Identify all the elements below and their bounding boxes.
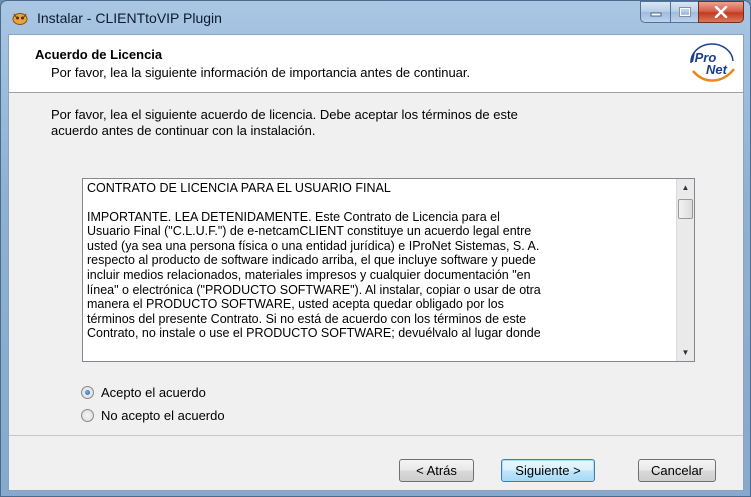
close-button[interactable] xyxy=(698,1,744,23)
footer-divider xyxy=(9,435,743,436)
chevron-down-icon: ▼ xyxy=(681,348,690,357)
instructions-line-1: Por favor, lea el siguiente acuerdo de l… xyxy=(51,107,518,122)
minimize-button[interactable] xyxy=(640,1,670,23)
window-title: Instalar - CLIENTtoVIP Plugin xyxy=(37,10,222,26)
accept-agreement-option[interactable]: Acepto el acuerdo xyxy=(81,385,206,400)
close-icon xyxy=(714,6,728,18)
license-heading: CONTRATO DE LICENCIA PARA EL USUARIO FIN… xyxy=(87,181,391,195)
scroll-up-button[interactable]: ▲ xyxy=(677,179,694,196)
cancel-button[interactable]: Cancelar xyxy=(638,459,716,482)
scroll-down-button[interactable]: ▼ xyxy=(677,344,694,361)
installer-window: Instalar - CLIENTtoVIP Plugin Acuerdo de… xyxy=(0,0,751,497)
window-controls xyxy=(640,1,744,23)
maximize-icon xyxy=(678,7,691,17)
chevron-up-icon: ▲ xyxy=(681,183,690,192)
license-line: manera el PRODUCTO SOFTWARE, usted acept… xyxy=(87,297,504,312)
scrollbar-thumb[interactable] xyxy=(678,199,693,219)
license-line: Contrato, no instale o use el PRODUCTO S… xyxy=(87,326,541,341)
decline-radio[interactable] xyxy=(81,409,94,422)
license-instructions: Por favor, lea el siguiente acuerdo de l… xyxy=(51,107,661,139)
instructions-line-2: acuerdo antes de continuar con la instal… xyxy=(51,123,316,138)
license-text: CONTRATO DE LICENCIA PARA EL USUARIO FIN… xyxy=(87,181,675,359)
svg-text:Net: Net xyxy=(706,62,728,77)
dialog-client-area: Acuerdo de Licencia Por favor, lea la si… xyxy=(8,34,744,491)
back-button[interactable]: < Atrás xyxy=(399,459,474,482)
license-line: IMPORTANTE. LEA DETENIDAMENTE. Este Cont… xyxy=(87,209,500,224)
minimize-icon xyxy=(650,12,661,17)
decline-agreement-option[interactable]: No acepto el acuerdo xyxy=(81,408,225,423)
license-line: Usuario Final ("C.L.U.F.") de e-netcamCL… xyxy=(87,224,532,239)
page-subtitle: Por favor, lea la siguiente información … xyxy=(51,65,471,80)
license-text-box[interactable]: CONTRATO DE LICENCIA PARA EL USUARIO FIN… xyxy=(82,178,695,362)
license-scrollbar[interactable]: ▲ ▼ xyxy=(676,179,694,361)
installer-app-icon xyxy=(12,13,28,25)
license-line: incluir medios relacionados, materiales … xyxy=(87,267,531,282)
page-title: Acuerdo de Licencia xyxy=(35,47,163,62)
license-line: usted (ya sea una persona física o una e… xyxy=(87,238,540,253)
accept-label: Acepto el acuerdo xyxy=(101,385,206,400)
accept-radio[interactable] xyxy=(81,386,94,399)
wizard-header: Acuerdo de Licencia Por favor, lea la si… xyxy=(9,35,743,93)
maximize-button[interactable] xyxy=(670,1,698,23)
license-line: respecto al producto de software indicad… xyxy=(87,253,536,268)
next-button[interactable]: Siguiente > xyxy=(501,459,595,482)
decline-label: No acepto el acuerdo xyxy=(101,408,225,423)
ipronet-logo: IPro Net xyxy=(690,43,735,82)
license-line: términos del presente Contrato. Si no es… xyxy=(87,311,527,326)
title-bar[interactable]: Instalar - CLIENTtoVIP Plugin xyxy=(1,1,750,35)
license-line: línea" o electrónica ("PRODUCTO SOFTWARE… xyxy=(87,282,541,297)
